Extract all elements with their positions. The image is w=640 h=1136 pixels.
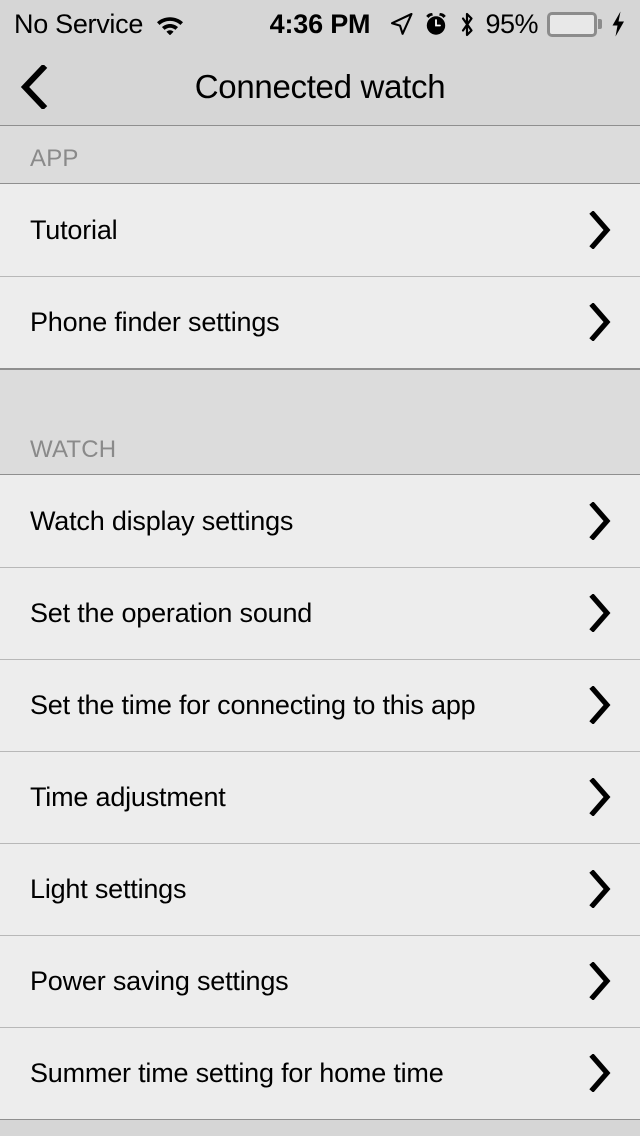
list-item-label: Summer time setting for home time (30, 1057, 444, 1088)
alarm-clock-icon (423, 11, 449, 37)
list-item[interactable]: Summer time setting for home time (0, 1027, 640, 1119)
clock-label: 4:36 PM (269, 8, 371, 39)
list-item[interactable]: Power saving settings (0, 935, 640, 1027)
list-item[interactable]: Light settings (0, 843, 640, 935)
chevron-right-icon (584, 870, 616, 908)
chevron-right-icon (584, 303, 616, 341)
list-item-label: Power saving settings (30, 965, 289, 996)
list-item[interactable]: Phone finder settings (0, 276, 640, 368)
status-bar: No Service 4:36 PM 95% (0, 0, 640, 48)
list-item[interactable]: Tutorial (0, 184, 640, 276)
status-bar-left: No Service (14, 9, 185, 40)
bluetooth-icon (458, 11, 476, 38)
settings-list: APP Tutorial Phone finder settings WATCH… (0, 126, 640, 1136)
chevron-right-icon (584, 502, 616, 540)
back-button[interactable] (0, 48, 70, 126)
status-bar-right: 95% (389, 9, 626, 40)
navigation-bar: Connected watch (0, 48, 640, 126)
section-list-app: Tutorial Phone finder settings (0, 184, 640, 369)
location-arrow-icon (389, 12, 414, 37)
carrier-label: No Service (14, 8, 144, 39)
chevron-right-icon (584, 778, 616, 816)
page-title: Connected watch (194, 67, 446, 105)
chevron-right-icon (584, 594, 616, 632)
lightning-bolt-icon (611, 11, 626, 37)
section-list-watch: Watch display settings Set the operation… (0, 475, 640, 1120)
chevron-right-icon (584, 211, 616, 249)
chevron-right-icon (584, 962, 616, 1000)
list-item[interactable]: Watch display settings (0, 475, 640, 567)
list-item[interactable]: Set the time for connecting to this app (0, 659, 640, 751)
list-footer-spacer (0, 1120, 640, 1136)
list-item-label: Set the time for connecting to this app (30, 689, 476, 720)
list-item-label: Set the operation sound (30, 597, 313, 628)
list-item-label: Tutorial (30, 214, 118, 245)
chevron-right-icon (584, 1054, 616, 1092)
list-item-label: Light settings (30, 873, 187, 904)
section-header-watch: WATCH (0, 369, 640, 475)
list-item-label: Time adjustment (30, 781, 226, 812)
app-screen: No Service 4:36 PM 95% Connected watch A… (0, 0, 640, 1136)
list-item[interactable]: Set the operation sound (0, 567, 640, 659)
chevron-right-icon (584, 686, 616, 724)
list-item-label: Phone finder settings (30, 306, 280, 337)
list-item[interactable]: Time adjustment (0, 751, 640, 843)
battery-icon (547, 11, 602, 37)
battery-percent-label: 95% (485, 8, 538, 39)
section-header-app: APP (0, 126, 640, 184)
chevron-left-icon (19, 64, 51, 109)
list-item-label: Watch display settings (30, 505, 294, 536)
wifi-icon (155, 13, 185, 35)
